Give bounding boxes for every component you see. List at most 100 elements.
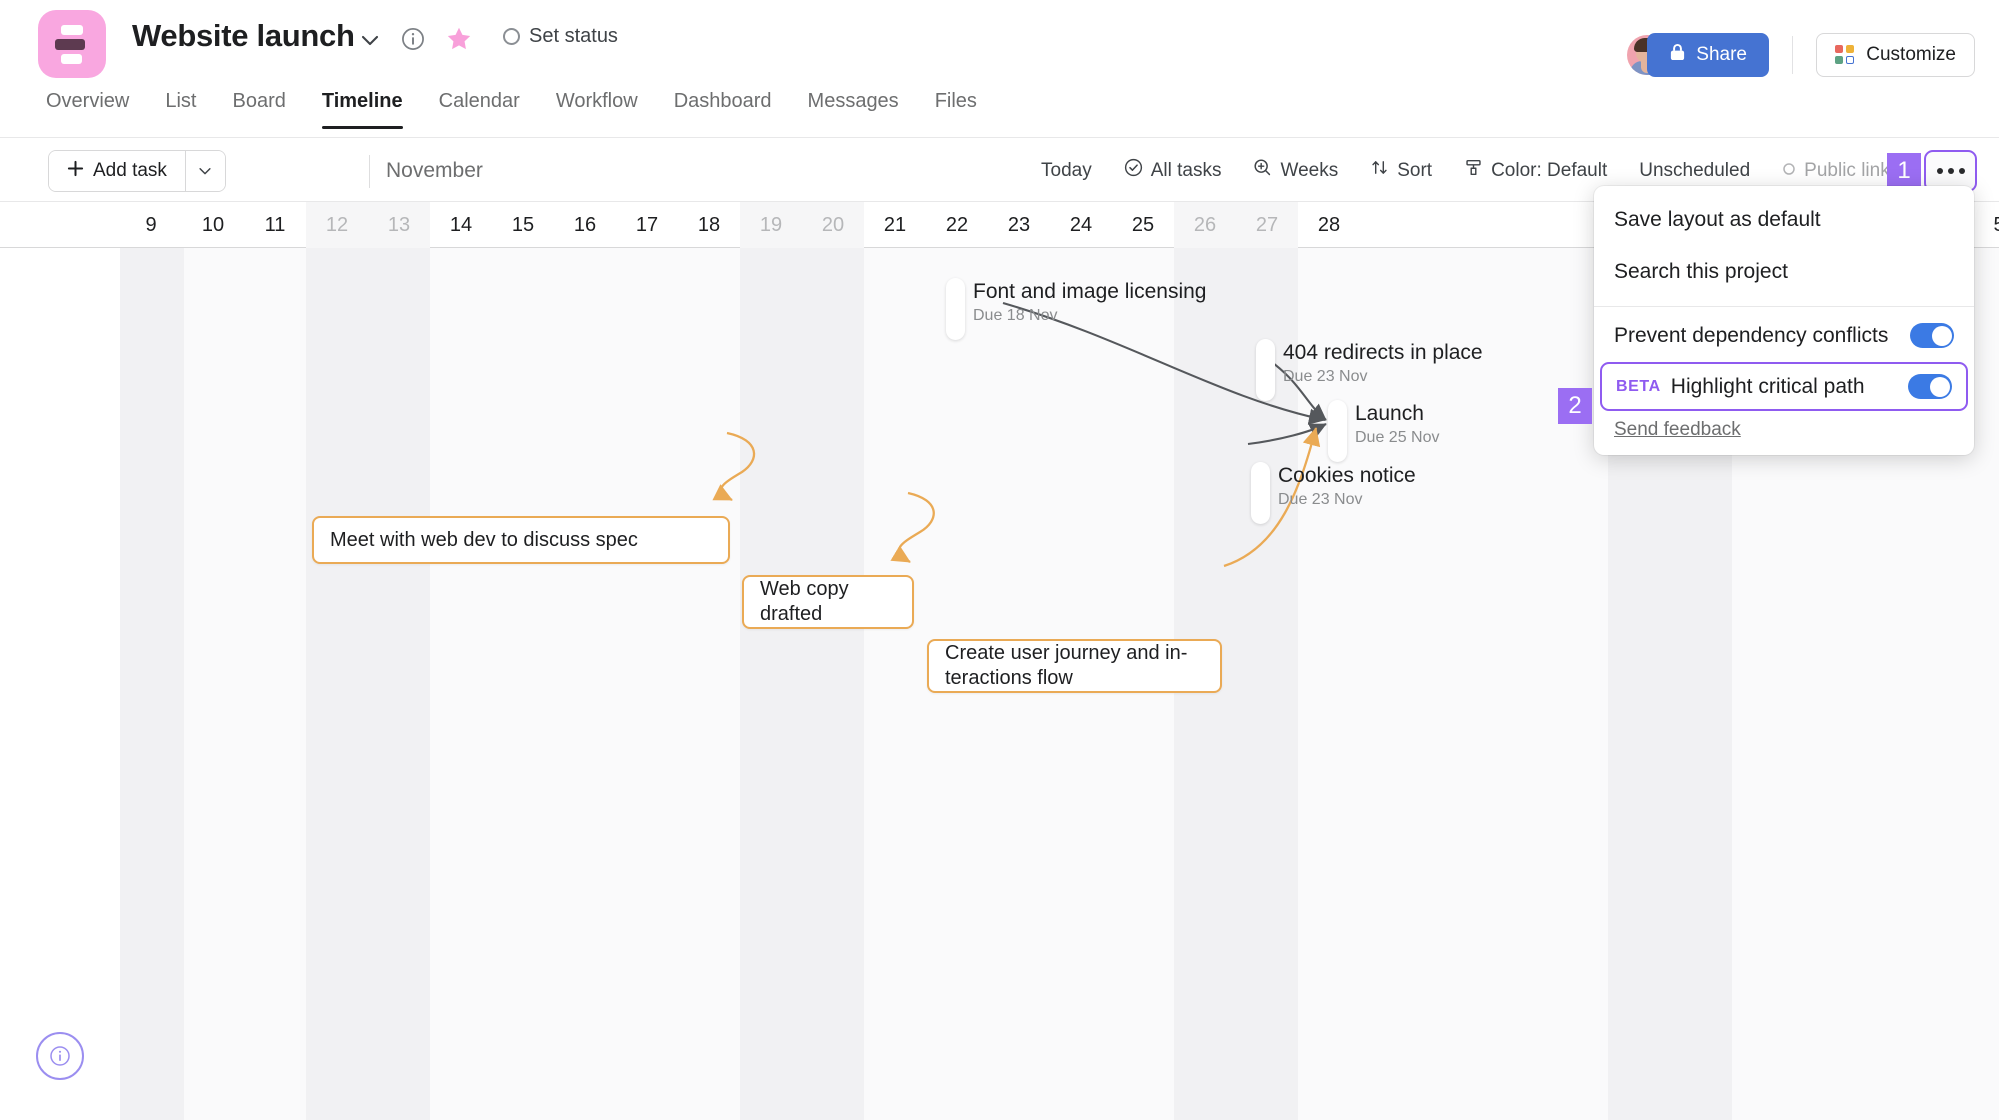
tab-board[interactable]: Board [214, 90, 303, 129]
toolbar-weeks[interactable]: Weeks [1237, 158, 1354, 183]
day-cell[interactable]: 16 [554, 202, 616, 248]
day-cell[interactable]: 14 [430, 202, 492, 248]
toolbar-public-link-label: Public link: [1804, 159, 1895, 181]
timeline-left-gutter [0, 248, 120, 1120]
day-cell[interactable]: 12 [306, 202, 368, 248]
task-bar[interactable]: Create user journey and in-teractions fl… [927, 639, 1222, 693]
zoom-in-icon [1253, 158, 1272, 183]
tab-messages[interactable]: Messages [790, 90, 917, 129]
day-cell[interactable]: 10 [182, 202, 244, 248]
day-cell[interactable]: 27 [1236, 202, 1298, 248]
day-cell[interactable]: 22 [926, 202, 988, 248]
info-circle-icon[interactable] [36, 1032, 84, 1080]
callout-badge-1: 1 [1887, 153, 1921, 189]
callout-badge-2: 2 [1558, 388, 1592, 424]
weekend-band [306, 248, 430, 1120]
milestone-due: Due 23 Nov [1283, 368, 1368, 385]
project-logo-icon [38, 10, 106, 78]
public-link-icon [1782, 160, 1796, 182]
customize-label: Customize [1866, 44, 1956, 65]
menu-item-save-layout[interactable]: Save layout as default [1594, 194, 1974, 246]
highlight-critical-path-label: Highlight critical path [1670, 374, 1865, 398]
toolbar-sort-label: Sort [1397, 159, 1433, 181]
toolbar-today[interactable]: Today [1025, 160, 1108, 182]
milestone-name: Launch [1355, 402, 1424, 425]
tab-overview[interactable]: Overview [28, 90, 147, 129]
customize-button[interactable]: Customize [1816, 33, 1975, 77]
tab-calendar[interactable]: Calendar [421, 90, 538, 129]
day-cell[interactable]: 23 [988, 202, 1050, 248]
toolbar-today-label: Today [1041, 159, 1092, 181]
page-title: Website launch [132, 18, 355, 53]
app-header: Website launch Set status Share Customiz… [0, 0, 1999, 88]
day-cell[interactable]: 11 [244, 202, 306, 248]
day-cell[interactable]: 24 [1050, 202, 1112, 248]
share-button[interactable]: Share [1647, 33, 1769, 77]
star-icon[interactable] [445, 25, 473, 58]
day-cell[interactable]: 19 [740, 202, 802, 248]
toolbar-color-label: Color: Default [1491, 159, 1608, 181]
view-tabs: Overview List Board Timeline Calendar Wo… [0, 90, 1999, 138]
timeline-options-menu: Save layout as default Search this proje… [1594, 186, 1974, 455]
day-cell[interactable]: 21 [864, 202, 926, 248]
toolbar-all-tasks-label: All tasks [1150, 159, 1222, 181]
weekend-band [740, 248, 864, 1120]
grid-swatch-icon [1835, 45, 1855, 65]
task-bar[interactable]: Meet with web dev to discuss spec [312, 516, 730, 564]
menu-item-prevent-dependency-conflicts[interactable]: Prevent dependency conflicts [1594, 311, 1974, 360]
beta-badge: BETA [1616, 377, 1661, 395]
lock-icon [1669, 43, 1686, 68]
tab-workflow[interactable]: Workflow [538, 90, 656, 129]
toolbar-unscheduled[interactable]: Unscheduled [1623, 160, 1766, 182]
tab-list[interactable]: List [147, 90, 214, 129]
day-cell[interactable]: 25 [1112, 202, 1174, 248]
milestone-due: Due 23 Nov [1278, 491, 1363, 508]
timeline-app: Website launch Set status Share Customiz… [0, 0, 1999, 1120]
day-cell[interactable]: 15 [492, 202, 554, 248]
highlight-critical-path-toggle[interactable] [1908, 374, 1952, 399]
menu-item-highlight-critical-path[interactable]: BETA Highlight critical path [1600, 362, 1968, 411]
milestone-name: 404 redirects in place [1283, 341, 1483, 364]
send-feedback-link[interactable]: Send feedback [1594, 413, 1974, 445]
toolbar-sort[interactable]: Sort [1354, 158, 1448, 183]
milestone-marker-icon [946, 278, 965, 340]
task-bar[interactable]: Web copy drafted [742, 575, 914, 629]
prevent-dependency-conflicts-label: Prevent dependency conflicts [1614, 323, 1889, 347]
sort-icon [1370, 158, 1389, 183]
add-task-chevron-down-icon[interactable] [184, 151, 225, 191]
day-cell[interactable]: 13 [368, 202, 430, 248]
tab-timeline[interactable]: Timeline [304, 90, 421, 129]
toolbar-weeks-label: Weeks [1280, 159, 1339, 181]
toolbar-unscheduled-label: Unscheduled [1639, 159, 1751, 181]
tab-files[interactable]: Files [917, 90, 995, 129]
share-label: Share [1696, 44, 1747, 65]
set-status-label: Set status [529, 25, 618, 47]
day-cell[interactable]: 9 [120, 202, 182, 248]
prevent-dependency-conflicts-toggle[interactable] [1910, 323, 1954, 348]
weekend-band [120, 248, 184, 1120]
milestone-marker-icon [1256, 339, 1275, 401]
add-task-group: Add task [48, 150, 226, 192]
day-cell[interactable]: 18 [678, 202, 740, 248]
check-circle-icon [1124, 158, 1143, 183]
set-status-button[interactable]: Set status [503, 25, 618, 48]
paint-icon [1464, 158, 1483, 183]
milestone-marker-icon [1328, 400, 1347, 462]
day-cell[interactable]: 17 [616, 202, 678, 248]
milestone-marker-icon [1251, 462, 1270, 524]
milestone-name: Cookies notice [1278, 464, 1416, 487]
day-cell[interactable]: 20 [802, 202, 864, 248]
plus-icon [67, 160, 84, 183]
menu-item-search-project[interactable]: Search this project [1594, 246, 1974, 298]
chevron-down-icon[interactable] [358, 28, 382, 52]
day-cell[interactable]: 26 [1174, 202, 1236, 248]
toolbar-all-tasks[interactable]: All tasks [1108, 158, 1238, 183]
toolbar-color[interactable]: Color: Default [1448, 158, 1623, 183]
add-task-label: Add task [93, 160, 167, 181]
month-label: November [369, 155, 483, 188]
milestone-name: Font and image licensing [973, 280, 1207, 303]
add-task-button[interactable]: Add task [49, 151, 185, 191]
tab-dashboard[interactable]: Dashboard [656, 90, 790, 129]
info-circle-icon[interactable] [400, 26, 426, 57]
day-cell[interactable]: 28 [1298, 202, 1360, 248]
